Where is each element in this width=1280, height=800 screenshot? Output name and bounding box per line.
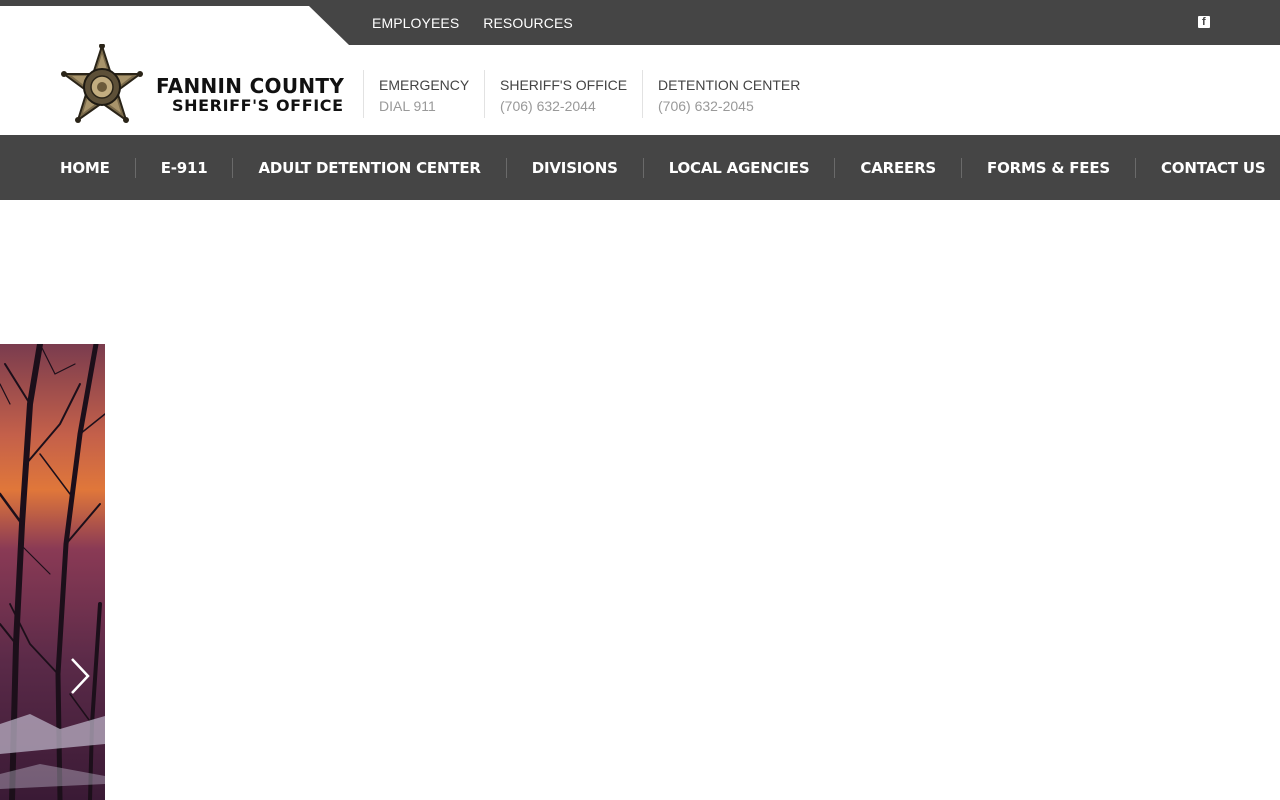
hero-slide-image (0, 344, 105, 800)
logo-subtitle: SHERIFF'S OFFICE (172, 96, 344, 115)
logo-title: FANNIN COUNTY (156, 74, 345, 98)
nav-divider (642, 157, 644, 178)
nav-careers[interactable]: CAREERS (860, 159, 936, 177)
contact-label: DETENTION CENTER (658, 77, 801, 93)
chevron-right-icon[interactable] (66, 656, 96, 696)
resources-link[interactable]: RESOURCES (483, 15, 573, 31)
contact-sheriffs-office: SHERIFF'S OFFICE (706) 632-2044 (484, 70, 627, 118)
nav-divider (232, 157, 234, 178)
nav-contact-us[interactable]: CONTACT US (1161, 159, 1266, 177)
facebook-icon[interactable]: f (1198, 16, 1210, 28)
nav-divisions[interactable]: DIVISIONS (532, 159, 618, 177)
contact-detention-center: DETENTION CENTER (706) 632-2045 (642, 70, 800, 118)
nav-divider (961, 157, 963, 178)
nav-divider (134, 157, 136, 178)
nav-adult-detention-center[interactable]: ADULT DETENTION CENTER (258, 159, 480, 177)
contact-value: (706) 632-2044 (500, 98, 596, 114)
nav-forms-fees[interactable]: FORMS & FEES (987, 159, 1110, 177)
main-nav: HOME E-911 ADULT DETENTION CENTER DIVISI… (0, 135, 1280, 200)
nav-local-agencies[interactable]: LOCAL AGENCIES (669, 159, 810, 177)
contact-label: SHERIFF'S OFFICE (500, 77, 628, 93)
contact-label: EMERGENCY (379, 77, 470, 93)
nav-home[interactable]: HOME (60, 159, 110, 177)
nav-divider (834, 157, 836, 178)
nav-divider (1135, 157, 1136, 178)
contact-emergency: EMERGENCY DIAL 911 (363, 70, 469, 118)
contact-value: DIAL 911 (379, 98, 436, 114)
nav-divider (505, 157, 507, 178)
employees-link[interactable]: EMPLOYEES (372, 15, 459, 31)
contact-value: (706) 632-2045 (658, 98, 754, 114)
utility-bar-white-tab (0, 6, 349, 45)
nav-e-911[interactable]: E-911 (161, 159, 208, 177)
utility-links: EMPLOYEES RESOURCES (372, 0, 597, 45)
utility-bar: EMPLOYEES RESOURCES f (0, 0, 1280, 45)
